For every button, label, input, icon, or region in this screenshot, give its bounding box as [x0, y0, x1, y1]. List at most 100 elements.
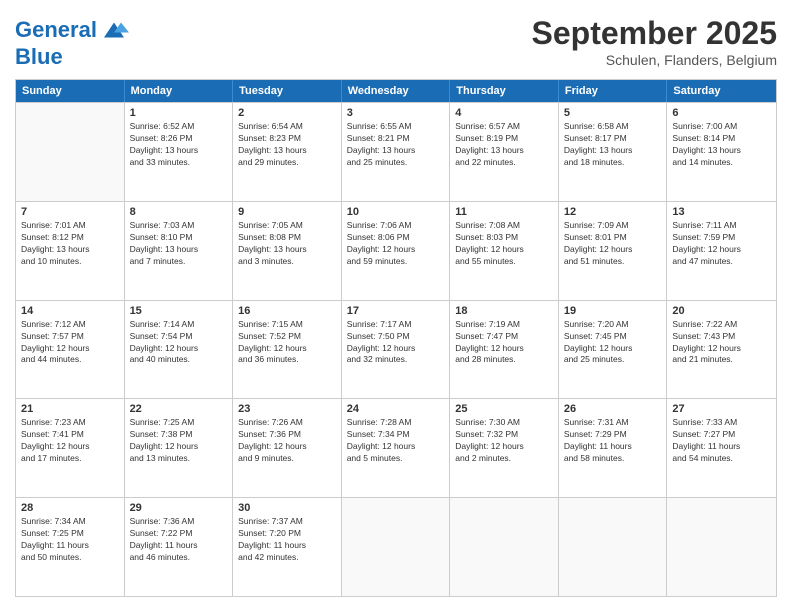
day-cell-4-4 — [450, 498, 559, 596]
day-cell-4-0: 28Sunrise: 7:34 AM Sunset: 7:25 PM Dayli… — [16, 498, 125, 596]
day-number: 21 — [21, 403, 119, 415]
day-info: Sunrise: 7:09 AM Sunset: 8:01 PM Dayligh… — [564, 220, 662, 268]
day-number: 24 — [347, 403, 445, 415]
page: General Blue September 2025 Schulen, Fla… — [0, 0, 792, 612]
day-cell-2-3: 17 Sunrise: 7:17 AM Sunset: 7:50 PM Dayli… — [342, 301, 451, 399]
day-cell-0-4: 4Sunrise: 6:57 AM Sunset: 8:19 PM Daylig… — [450, 103, 559, 201]
day-info: Sunrise: 7:28 AM Sunset: 7:34 PM Dayligh… — [347, 417, 445, 465]
day-cell-3-4: 25 Sunrise: 7:30 AM Sunset: 7:32 PM Dayli… — [450, 399, 559, 497]
day-info: Sunrise: 7:17 AM Sunset: 7:50 PM Dayligh… — [347, 319, 445, 367]
day-info: Sunrise: 7:23 AM Sunset: 7:41 PM Dayligh… — [21, 417, 119, 465]
day-info: Sunrise: 6:55 AM Sunset: 8:21 PM Dayligh… — [347, 121, 445, 169]
day-info: Sunrise: 7:19 AM Sunset: 7:47 PM Dayligh… — [455, 319, 553, 367]
day-cell-4-6 — [667, 498, 776, 596]
day-number: 2 — [238, 107, 336, 119]
day-number: 10 — [347, 206, 445, 218]
logo: General Blue — [15, 15, 129, 69]
day-cell-3-2: 23 Sunrise: 7:26 AM Sunset: 7:36 PM Dayli… — [233, 399, 342, 497]
header-wednesday: Wednesday — [342, 80, 451, 102]
day-number: 3 — [347, 107, 445, 119]
day-cell-2-4: 18 Sunrise: 7:19 AM Sunset: 7:47 PM Dayli… — [450, 301, 559, 399]
day-cell-1-2: 9 Sunrise: 7:05 AM Sunset: 8:08 PM Daylig… — [233, 202, 342, 300]
logo-text: General — [15, 18, 97, 42]
week-row-1: 1Sunrise: 6:52 AM Sunset: 8:26 PM Daylig… — [16, 102, 776, 201]
day-number: 17 — [347, 305, 445, 317]
day-number: 29 — [130, 502, 228, 514]
day-cell-2-0: 14Sunrise: 7:12 AM Sunset: 7:57 PM Dayli… — [16, 301, 125, 399]
day-cell-3-0: 21 Sunrise: 7:23 AM Sunset: 7:41 PM Dayli… — [16, 399, 125, 497]
logo-blue: Blue — [15, 45, 129, 69]
day-number: 12 — [564, 206, 662, 218]
subtitle: Schulen, Flanders, Belgium — [532, 52, 777, 68]
day-info: Sunrise: 7:22 AM Sunset: 7:43 PM Dayligh… — [672, 319, 771, 367]
day-number: 22 — [130, 403, 228, 415]
day-number: 11 — [455, 206, 553, 218]
day-cell-0-3: 3 Sunrise: 6:55 AM Sunset: 8:21 PM Daylig… — [342, 103, 451, 201]
day-cell-0-6: 6 Sunrise: 7:00 AM Sunset: 8:14 PM Daylig… — [667, 103, 776, 201]
day-info: Sunrise: 7:36 AM Sunset: 7:22 PM Dayligh… — [130, 516, 228, 564]
day-cell-2-1: 15Sunrise: 7:14 AM Sunset: 7:54 PM Dayli… — [125, 301, 234, 399]
day-cell-1-5: 12 Sunrise: 7:09 AM Sunset: 8:01 PM Dayli… — [559, 202, 668, 300]
day-number: 5 — [564, 107, 662, 119]
day-cell-2-6: 20 Sunrise: 7:22 AM Sunset: 7:43 PM Dayli… — [667, 301, 776, 399]
week-row-4: 21 Sunrise: 7:23 AM Sunset: 7:41 PM Dayli… — [16, 398, 776, 497]
day-cell-0-5: 5 Sunrise: 6:58 AM Sunset: 8:17 PM Daylig… — [559, 103, 668, 201]
day-info: Sunrise: 6:58 AM Sunset: 8:17 PM Dayligh… — [564, 121, 662, 169]
day-info: Sunrise: 7:00 AM Sunset: 8:14 PM Dayligh… — [672, 121, 771, 169]
day-number: 27 — [672, 403, 771, 415]
calendar-header: Sunday Monday Tuesday Wednesday Thursday… — [16, 80, 776, 102]
day-info: Sunrise: 7:30 AM Sunset: 7:32 PM Dayligh… — [455, 417, 553, 465]
day-number: 28 — [21, 502, 119, 514]
day-info: Sunrise: 7:11 AM Sunset: 7:59 PM Dayligh… — [672, 220, 771, 268]
day-cell-2-5: 19 Sunrise: 7:20 AM Sunset: 7:45 PM Dayli… — [559, 301, 668, 399]
week-row-5: 28Sunrise: 7:34 AM Sunset: 7:25 PM Dayli… — [16, 497, 776, 596]
header-monday: Monday — [125, 80, 234, 102]
month-title: September 2025 — [532, 15, 777, 52]
day-info: Sunrise: 7:15 AM Sunset: 7:52 PM Dayligh… — [238, 319, 336, 367]
day-cell-3-3: 24 Sunrise: 7:28 AM Sunset: 7:34 PM Dayli… — [342, 399, 451, 497]
day-number: 13 — [672, 206, 771, 218]
day-number: 19 — [564, 305, 662, 317]
day-number: 7 — [21, 206, 119, 218]
day-number: 30 — [238, 502, 336, 514]
day-info: Sunrise: 7:26 AM Sunset: 7:36 PM Dayligh… — [238, 417, 336, 465]
day-number: 23 — [238, 403, 336, 415]
day-number: 6 — [672, 107, 771, 119]
day-cell-4-3 — [342, 498, 451, 596]
day-info: Sunrise: 7:37 AM Sunset: 7:20 PM Dayligh… — [238, 516, 336, 564]
logo-general: General — [15, 17, 97, 42]
day-number: 9 — [238, 206, 336, 218]
day-cell-0-0 — [16, 103, 125, 201]
day-info: Sunrise: 6:52 AM Sunset: 8:26 PM Dayligh… — [130, 121, 228, 169]
week-row-2: 7Sunrise: 7:01 AM Sunset: 8:12 PM Daylig… — [16, 201, 776, 300]
day-cell-0-2: 2Sunrise: 6:54 AM Sunset: 8:23 PM Daylig… — [233, 103, 342, 201]
day-info: Sunrise: 7:08 AM Sunset: 8:03 PM Dayligh… — [455, 220, 553, 268]
header-tuesday: Tuesday — [233, 80, 342, 102]
day-number: 18 — [455, 305, 553, 317]
day-cell-1-1: 8 Sunrise: 7:03 AM Sunset: 8:10 PM Daylig… — [125, 202, 234, 300]
header-thursday: Thursday — [450, 80, 559, 102]
day-info: Sunrise: 7:03 AM Sunset: 8:10 PM Dayligh… — [130, 220, 228, 268]
header-friday: Friday — [559, 80, 668, 102]
day-number: 16 — [238, 305, 336, 317]
day-info: Sunrise: 7:12 AM Sunset: 7:57 PM Dayligh… — [21, 319, 119, 367]
title-block: September 2025 Schulen, Flanders, Belgiu… — [532, 15, 777, 68]
day-number: 20 — [672, 305, 771, 317]
day-number: 25 — [455, 403, 553, 415]
day-cell-2-2: 16 Sunrise: 7:15 AM Sunset: 7:52 PM Dayli… — [233, 301, 342, 399]
day-info: Sunrise: 7:31 AM Sunset: 7:29 PM Dayligh… — [564, 417, 662, 465]
day-cell-4-1: 29 Sunrise: 7:36 AM Sunset: 7:22 PM Dayli… — [125, 498, 234, 596]
day-number: 15 — [130, 305, 228, 317]
header: General Blue September 2025 Schulen, Fla… — [15, 15, 777, 69]
day-info: Sunrise: 7:20 AM Sunset: 7:45 PM Dayligh… — [564, 319, 662, 367]
day-cell-1-4: 11 Sunrise: 7:08 AM Sunset: 8:03 PM Dayli… — [450, 202, 559, 300]
day-cell-1-3: 10 Sunrise: 7:06 AM Sunset: 8:06 PM Dayli… — [342, 202, 451, 300]
calendar: Sunday Monday Tuesday Wednesday Thursday… — [15, 79, 777, 597]
day-number: 8 — [130, 206, 228, 218]
day-info: Sunrise: 7:05 AM Sunset: 8:08 PM Dayligh… — [238, 220, 336, 268]
day-cell-1-6: 13 Sunrise: 7:11 AM Sunset: 7:59 PM Dayli… — [667, 202, 776, 300]
day-info: Sunrise: 6:57 AM Sunset: 8:19 PM Dayligh… — [455, 121, 553, 169]
day-info: Sunrise: 7:25 AM Sunset: 7:38 PM Dayligh… — [130, 417, 228, 465]
day-info: Sunrise: 7:06 AM Sunset: 8:06 PM Dayligh… — [347, 220, 445, 268]
day-cell-3-6: 27Sunrise: 7:33 AM Sunset: 7:27 PM Dayli… — [667, 399, 776, 497]
